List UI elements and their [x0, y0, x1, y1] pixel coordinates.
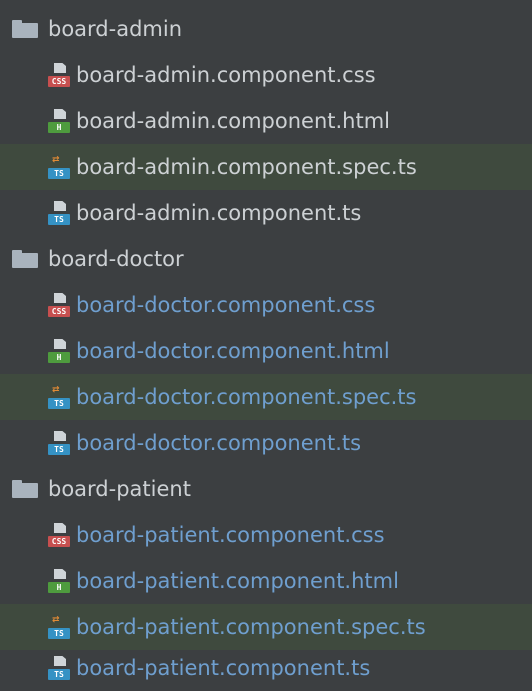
file-board-doctor-html[interactable]: H board-doctor.component.html	[0, 328, 532, 374]
ts-spec-file-icon: ⇄ TS	[48, 155, 70, 179]
folder-icon	[12, 250, 38, 268]
folder-label: board-doctor	[48, 247, 184, 271]
file-label: board-admin.component.spec.ts	[76, 155, 417, 179]
ts-file-icon: TS	[48, 656, 70, 680]
css-file-icon: CSS	[48, 293, 70, 317]
file-label: board-patient.component.html	[76, 569, 399, 593]
folder-board-admin[interactable]: board-admin	[0, 6, 532, 52]
file-board-doctor-css[interactable]: CSS board-doctor.component.css	[0, 282, 532, 328]
file-label: board-doctor.component.spec.ts	[76, 385, 417, 409]
file-board-admin-css[interactable]: CSS board-admin.component.css	[0, 52, 532, 98]
file-board-doctor-ts[interactable]: TS board-doctor.component.ts	[0, 420, 532, 466]
file-board-patient-html[interactable]: H board-patient.component.html	[0, 558, 532, 604]
html-file-icon: H	[48, 569, 70, 593]
file-board-admin-spec-ts[interactable]: ⇄ TS board-admin.component.spec.ts	[0, 144, 532, 190]
project-file-tree: board-admin CSS board-admin.component.cs…	[0, 0, 532, 691]
ts-spec-file-icon: ⇄ TS	[48, 385, 70, 409]
file-label: board-doctor.component.html	[76, 339, 390, 363]
html-file-icon: H	[48, 109, 70, 133]
css-file-icon: CSS	[48, 523, 70, 547]
folder-icon	[12, 20, 38, 38]
html-file-icon: H	[48, 339, 70, 363]
folder-label: board-patient	[48, 477, 191, 501]
ts-file-icon: TS	[48, 201, 70, 225]
file-label: board-admin.component.ts	[76, 201, 362, 225]
file-label: board-patient.component.ts	[76, 656, 371, 680]
file-label: board-patient.component.css	[76, 523, 385, 547]
file-board-patient-ts[interactable]: TS board-patient.component.ts	[0, 645, 532, 691]
file-board-doctor-spec-ts[interactable]: ⇄ TS board-doctor.component.spec.ts	[0, 374, 532, 420]
folder-board-doctor[interactable]: board-doctor	[0, 236, 532, 282]
ts-file-icon: TS	[48, 431, 70, 455]
file-board-patient-spec-ts[interactable]: ⇄ TS board-patient.component.spec.ts	[0, 604, 532, 650]
file-label: board-admin.component.css	[76, 63, 376, 87]
file-label: board-admin.component.html	[76, 109, 391, 133]
file-board-admin-ts[interactable]: TS board-admin.component.ts	[0, 190, 532, 236]
folder-board-patient[interactable]: board-patient	[0, 466, 532, 512]
file-label: board-patient.component.spec.ts	[76, 615, 426, 639]
file-board-admin-html[interactable]: H board-admin.component.html	[0, 98, 532, 144]
folder-label: board-admin	[48, 17, 183, 41]
css-file-icon: CSS	[48, 63, 70, 87]
file-label: board-doctor.component.ts	[76, 431, 362, 455]
file-board-patient-css[interactable]: CSS board-patient.component.css	[0, 512, 532, 558]
ts-spec-file-icon: ⇄ TS	[48, 615, 70, 639]
file-label: board-doctor.component.css	[76, 293, 376, 317]
folder-icon	[12, 480, 38, 498]
